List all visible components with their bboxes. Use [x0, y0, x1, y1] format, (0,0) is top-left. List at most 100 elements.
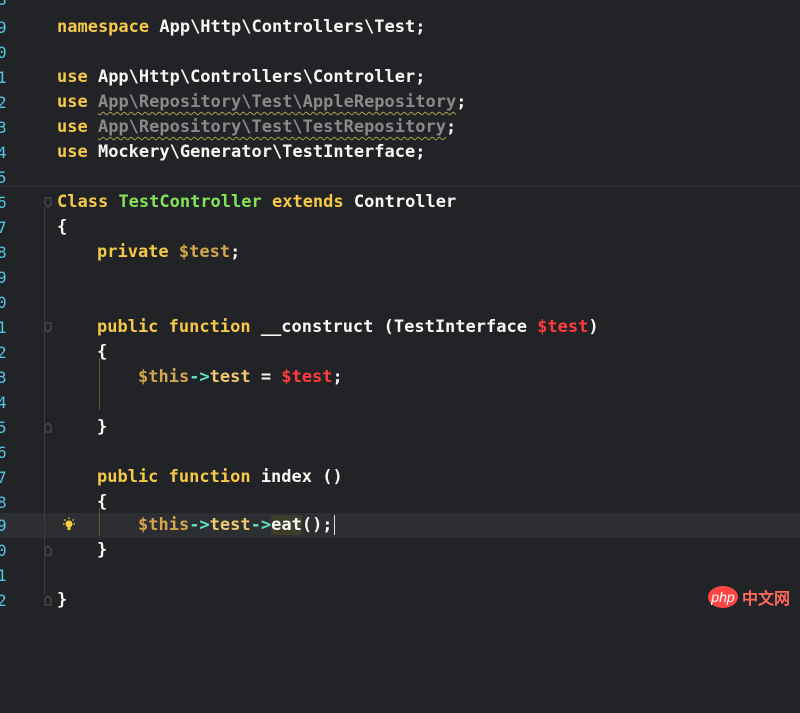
- semicolon: ;: [456, 92, 467, 112]
- code-line[interactable]: 5: [0, 165, 800, 190]
- class-keyword: Class: [57, 192, 109, 212]
- line-number: 4: [0, 143, 7, 162]
- param-variable: $test: [281, 367, 333, 387]
- property-name: test: [209, 515, 251, 535]
- watermark: php 中文网: [707, 583, 790, 611]
- line-number: 8: [0, 243, 7, 262]
- param-open: (TestInterface: [373, 317, 538, 337]
- object-operator: ->: [189, 367, 210, 387]
- code-line[interactable]: 1 use App\Http\Controllers\Controller;: [0, 65, 800, 90]
- code-line[interactable]: 3 $this->test = $test;: [0, 365, 800, 390]
- line-number: 0: [0, 541, 7, 560]
- line-number: 2: [0, 93, 7, 112]
- code-editor[interactable]: 8 9 namespace App\Http\Controllers\Test;…: [0, 0, 800, 616]
- line-number: 0: [0, 293, 7, 312]
- object-operator: ->: [250, 515, 272, 535]
- extends-keyword: extends: [271, 192, 344, 212]
- code-line[interactable]: 2 use App\Repository\Test\AppleRepositor…: [0, 90, 800, 115]
- code-line[interactable]: 2 {: [0, 340, 800, 365]
- semicolon: ;: [445, 117, 457, 137]
- use-keyword: use: [57, 117, 88, 137]
- fold-marker-icon[interactable]: [44, 545, 52, 556]
- public-keyword: public: [97, 317, 159, 337]
- code-line[interactable]: 5 }: [0, 415, 800, 440]
- code-line[interactable]: 8 {: [0, 490, 800, 515]
- line-number: 5: [0, 168, 7, 187]
- open-brace: {: [57, 217, 68, 237]
- semicolon: ;: [332, 367, 343, 387]
- code-line[interactable]: 0: [0, 40, 800, 65]
- indent-guide: [99, 358, 100, 410]
- method-call[interactable]: eat: [271, 515, 302, 535]
- line-number: 5: [0, 418, 7, 437]
- close-brace: }: [57, 590, 68, 610]
- code-line[interactable]: 4 use Mockery\Generator\TestInterface;: [0, 140, 800, 165]
- public-keyword: public: [97, 467, 159, 487]
- assignment: =: [250, 367, 282, 387]
- code-line[interactable]: 6 Class TestController extends Controlle…: [0, 190, 800, 215]
- line-number: 0: [0, 43, 7, 62]
- code-line[interactable]: 0 }: [0, 538, 800, 563]
- call-parens: ();: [301, 515, 333, 535]
- code-line[interactable]: 8: [0, 0, 800, 12]
- method-name: index: [260, 467, 312, 487]
- line-number: 1: [0, 566, 7, 585]
- fold-marker-icon[interactable]: [44, 422, 52, 433]
- code-line[interactable]: 4: [0, 390, 800, 415]
- line-number: 7: [0, 218, 7, 237]
- semicolon: ;: [230, 242, 241, 262]
- property-variable: $test: [178, 242, 231, 262]
- code-line[interactable]: 9: [0, 265, 800, 290]
- line-number: 1: [0, 68, 7, 87]
- unused-import-path[interactable]: App\Repository\Test\TestRepository: [98, 117, 446, 137]
- lightbulb-icon[interactable]: [62, 517, 76, 533]
- function-keyword: function: [168, 317, 251, 337]
- use-keyword: use: [57, 142, 88, 162]
- param-close: ): [588, 317, 599, 337]
- property-name: test: [209, 367, 251, 387]
- line-number: 4: [0, 393, 7, 412]
- line-number: 6: [0, 443, 7, 462]
- object-operator: ->: [189, 515, 210, 535]
- use-keyword: use: [57, 92, 88, 112]
- unused-import-path[interactable]: App\Repository\Test\AppleRepository: [98, 92, 456, 112]
- namespace-path: App\Http\Controllers\Test;: [149, 17, 426, 37]
- indent-guide: [44, 207, 45, 595]
- current-code-line[interactable]: 9 $this->test->eat();: [0, 513, 800, 538]
- fold-marker-icon[interactable]: [44, 595, 52, 606]
- param-variable: $test: [537, 317, 589, 337]
- code-line[interactable]: 3 use App\Repository\Test\TestRepository…: [0, 115, 800, 140]
- parent-class: Controller: [353, 192, 457, 212]
- line-number: 9: [0, 18, 7, 37]
- function-keyword: function: [168, 467, 251, 487]
- this-variable: $this: [138, 515, 190, 535]
- code-line[interactable]: 0: [0, 290, 800, 315]
- import-path: App\Http\Controllers\Controller;: [87, 67, 426, 87]
- code-line[interactable]: 7 public function index (): [0, 465, 800, 490]
- line-number: 9: [0, 268, 7, 287]
- code-line[interactable]: 8 private $test;: [0, 240, 800, 265]
- fold-marker-icon[interactable]: [44, 322, 52, 333]
- line-number: 7: [0, 468, 7, 487]
- line-number: 3: [0, 118, 7, 137]
- use-keyword: use: [57, 67, 88, 87]
- close-brace: }: [97, 417, 108, 437]
- code-line[interactable]: 1: [0, 563, 800, 588]
- text-cursor: [333, 515, 335, 535]
- fold-marker-icon[interactable]: [44, 197, 52, 208]
- php-logo: php: [707, 586, 738, 608]
- code-line[interactable]: 6: [0, 440, 800, 465]
- code-line[interactable]: 2 }: [0, 588, 800, 613]
- line-number: 3: [0, 368, 7, 387]
- indent-guide: [99, 508, 100, 536]
- code-line[interactable]: 9 namespace App\Http\Controllers\Test;: [0, 15, 800, 40]
- code-line[interactable]: 1 public function __construct (TestInter…: [0, 315, 800, 340]
- close-brace: }: [97, 540, 108, 560]
- code-line[interactable]: 7 {: [0, 215, 800, 240]
- line-number: 2: [0, 343, 7, 362]
- line-number: 1: [0, 318, 7, 337]
- this-variable: $this: [138, 367, 190, 387]
- line-number: 6: [0, 193, 7, 212]
- line-number: 8: [0, 0, 19, 12]
- class-name: TestController: [118, 192, 262, 212]
